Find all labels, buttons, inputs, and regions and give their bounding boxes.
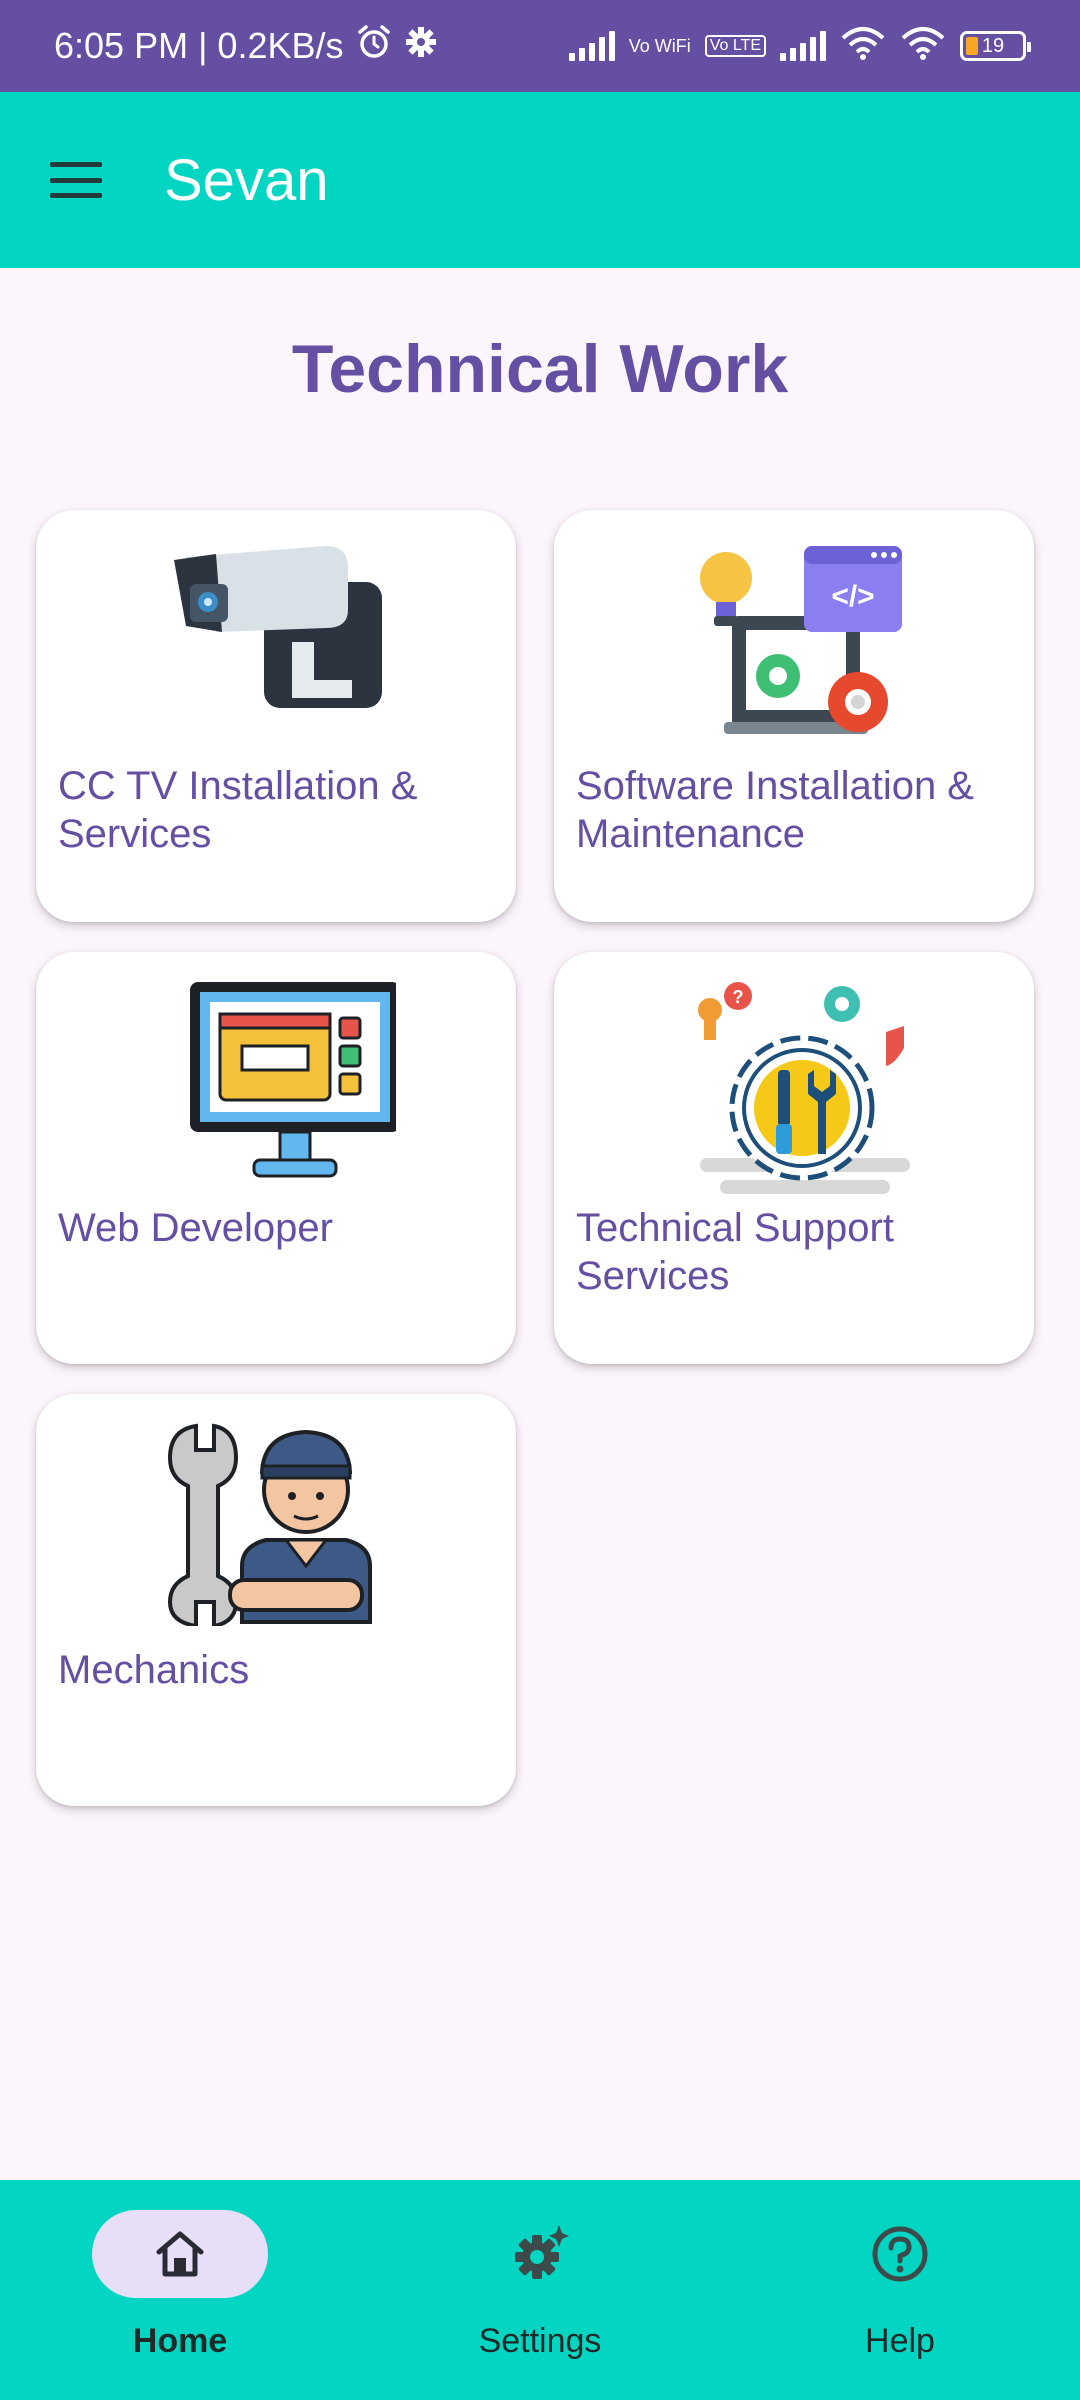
svg-text:</>: </> [831, 580, 874, 613]
nav-home-label: Home [132, 2322, 228, 2360]
nav-settings[interactable]: Settings [390, 2210, 690, 2380]
bottom-navigation: Home Settings Help [0, 2180, 1080, 2400]
signal-icon-2 [780, 31, 826, 61]
status-right: Vo WiFi Vo LTE 19 [568, 26, 1031, 67]
wifi-icon-2 [900, 26, 946, 67]
status-time: 6:05 PM | 0.2KB/s [54, 25, 344, 66]
app-title: Sevan [164, 147, 329, 213]
web-developer-monitor-icon [36, 974, 516, 1184]
status-left: 6:05 PM | 0.2KB/s [54, 24, 438, 69]
hamburger-menu-icon[interactable] [50, 162, 102, 198]
card-label: Mechanics [58, 1648, 250, 1692]
svg-text:?: ? [733, 987, 744, 1007]
battery-level: 19 [981, 34, 1005, 57]
card-mechanics[interactable]: Mechanics [36, 1394, 516, 1806]
card-label: Web Developer [58, 1206, 333, 1250]
card-cctv[interactable]: CC TV Installation & Services [36, 510, 516, 922]
card-label: Technical Support Services [576, 1206, 894, 1298]
nav-settings-pill [452, 2210, 628, 2298]
alarm-icon [356, 24, 392, 69]
settings-status-icon [404, 25, 438, 68]
status-bar: 6:05 PM | 0.2KB/s Vo WiFi Vo LTE 19 [0, 0, 1080, 92]
page-title: Technical Work [291, 331, 789, 407]
technical-support-gear-icon: ? [554, 974, 1034, 1194]
nav-home[interactable]: Home [30, 2210, 330, 2380]
nav-active-indicator [92, 2210, 268, 2298]
card-label: CC TV Installation & Services [58, 764, 418, 856]
card-label: Software Installation & Maintenance [576, 764, 974, 856]
nav-help-label: Help [865, 2322, 935, 2360]
card-software[interactable]: </> Software Installation & Maintenance [554, 510, 1034, 922]
help-circle-icon [872, 2226, 928, 2282]
home-icon [156, 2231, 204, 2277]
nav-help[interactable]: Help [750, 2210, 1050, 2380]
app-bar: Sevan [0, 92, 1080, 268]
battery-icon: 19 [960, 31, 1031, 61]
nav-settings-label: Settings [478, 2322, 602, 2360]
mechanic-wrench-icon [36, 1416, 516, 1626]
wifi-icon [840, 26, 886, 67]
vowifi-label: Vo WiFi [628, 36, 691, 56]
volte-badge: Vo LTE [704, 35, 766, 57]
software-development-icon: </> [554, 532, 1034, 742]
card-technical-support[interactable]: ? Technical Support Services [554, 952, 1034, 1364]
cctv-camera-icon [36, 532, 516, 742]
signal-icon [568, 31, 615, 61]
nav-help-pill [812, 2210, 988, 2298]
card-web-developer[interactable]: Web Developer [36, 952, 516, 1364]
settings-gear-icon [515, 2225, 569, 2279]
